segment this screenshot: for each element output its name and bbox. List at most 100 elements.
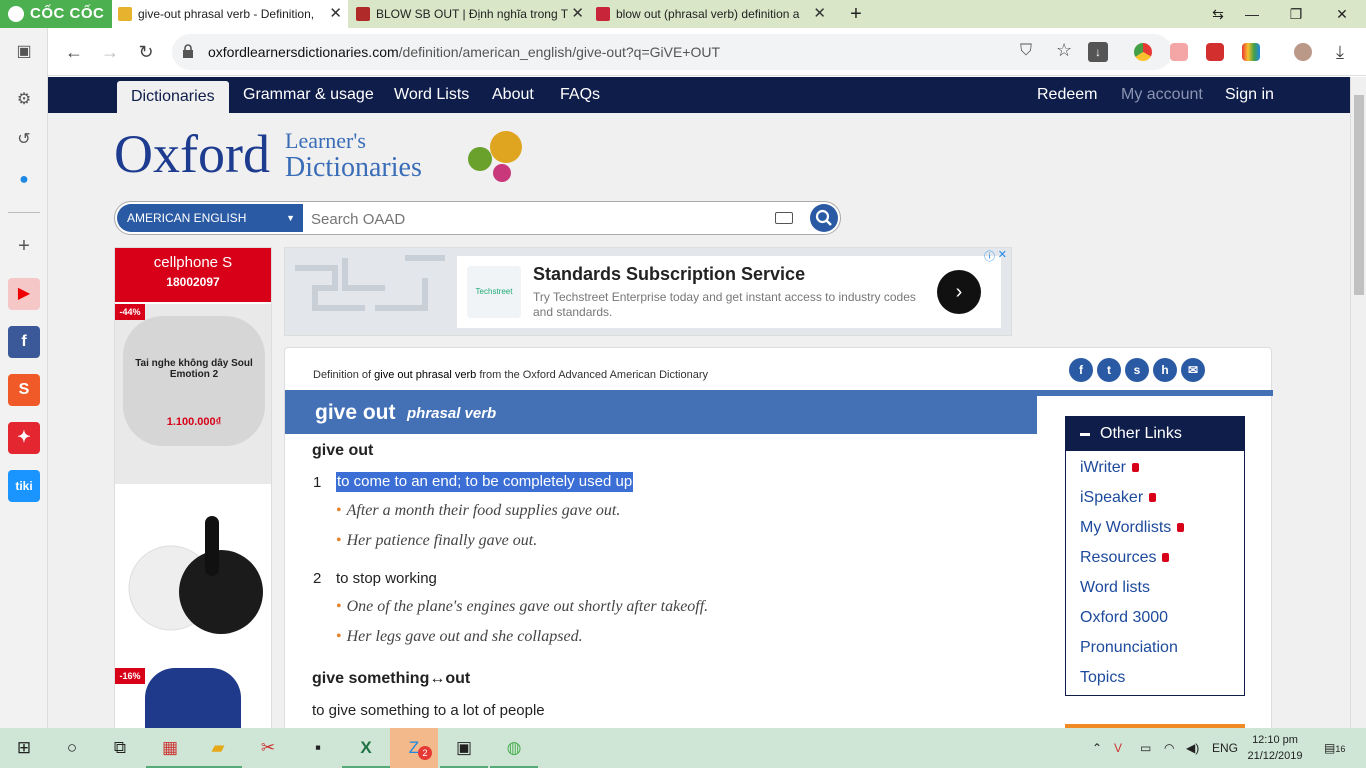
sense-number: 2	[313, 570, 322, 587]
dictionary-select[interactable]: AMERICAN ENGLISH ▼	[117, 204, 303, 232]
sidebar-ad[interactable]: cellphone S 18002097 Tai nghe không dây …	[114, 247, 272, 728]
sense-definition: to stop working	[336, 570, 437, 587]
excel-icon[interactable]: X	[342, 728, 390, 768]
earbuds-image	[128, 516, 263, 634]
nav-dictionaries[interactable]: Dictionaries	[117, 81, 229, 113]
reload-button[interactable]: ↻	[134, 40, 158, 64]
keyboard-icon[interactable]	[775, 212, 793, 224]
twitter-share-icon[interactable]: t	[1097, 358, 1121, 382]
downloads-icon[interactable]: ⤓	[1328, 40, 1352, 64]
search-button[interactable]	[810, 204, 838, 232]
youtube-icon[interactable]: ▶	[8, 278, 40, 310]
nav-my-account[interactable]: My account	[1121, 77, 1203, 113]
color-ext-icon[interactable]	[1242, 43, 1260, 61]
star-icon[interactable]: ☆	[1056, 40, 1072, 61]
battery-icon[interactable]: ▭	[1140, 728, 1151, 768]
lazada-icon[interactable]: ✦	[8, 422, 40, 454]
logo-line-1: Learner's	[285, 128, 366, 153]
link-oxford-3000[interactable]: Oxford 3000	[1080, 609, 1168, 627]
unikey-icon[interactable]: ▦	[146, 728, 194, 768]
tray-chevron-icon[interactable]: ⌃	[1092, 728, 1102, 768]
task-view-icon[interactable]: ⧉	[96, 728, 144, 768]
add-app-icon[interactable]: +	[8, 230, 40, 262]
shopee-icon[interactable]: S	[8, 374, 40, 406]
forward-button[interactable]: →	[98, 40, 122, 64]
settings-icon[interactable]: ⚙	[8, 84, 40, 116]
link-resources[interactable]: Resources	[1080, 549, 1170, 567]
address-bar[interactable]: oxfordlearnersdictionaries.com/definitio…	[172, 34, 1172, 70]
ad-arrow-button[interactable]: ›	[937, 270, 981, 314]
search-input[interactable]	[311, 206, 761, 232]
shield-icon[interactable]: ⛉	[1020, 42, 1032, 60]
back-button[interactable]: ←	[62, 40, 86, 64]
email-share-icon[interactable]: ✉	[1181, 358, 1205, 382]
tab-blow-sb-out[interactable]: BLOW SB OUT | Định nghĩa trong T ✕	[350, 0, 590, 28]
messenger-icon[interactable]: ●	[8, 164, 40, 196]
volume-icon[interactable]: ◀)	[1186, 728, 1199, 768]
minimize-button[interactable]: —	[1230, 0, 1274, 28]
language-indicator[interactable]: ENG	[1212, 728, 1238, 768]
search-circle-icon[interactable]: ○	[48, 728, 96, 768]
ad-info-icon[interactable]: ⓘ	[984, 248, 995, 264]
unikey-tray-icon[interactable]: V	[1114, 728, 1122, 768]
nav-redeem[interactable]: Redeem	[1037, 77, 1097, 113]
nav-word-lists[interactable]: Word Lists	[394, 77, 469, 113]
link-topics[interactable]: Topics	[1080, 669, 1125, 687]
tab-title: blow out (phrasal verb) definition a	[616, 7, 800, 21]
chrome-ext-icon[interactable]	[1134, 43, 1152, 61]
start-button[interactable]: ⊞	[0, 728, 48, 768]
app-icon[interactable]: ▣	[440, 728, 488, 768]
clock[interactable]: 12:10 pm 21/12/2019	[1240, 732, 1310, 764]
oxford-logo[interactable]: Oxford	[114, 123, 270, 185]
file-explorer-icon[interactable]: ▰	[194, 728, 242, 768]
profile-avatar[interactable]	[1294, 43, 1312, 61]
nav-grammar-usage[interactable]: Grammar & usage	[243, 77, 374, 113]
ad-close-icon[interactable]: ✕	[998, 248, 1007, 261]
page-scrollbar[interactable]	[1350, 77, 1366, 728]
close-tab-icon[interactable]: ✕	[813, 0, 826, 28]
sticky-notes-icon[interactable]: ▪	[294, 728, 342, 768]
coccoc-taskbar-icon[interactable]: ◍	[490, 728, 538, 768]
search-bar: AMERICAN ENGLISH ▼	[114, 201, 841, 235]
new-tab-button[interactable]: +	[834, 0, 878, 28]
nav-sign-in[interactable]: Sign in	[1225, 77, 1274, 113]
tab-give-out[interactable]: give-out phrasal verb - Definition, ✕	[112, 0, 348, 28]
stumbleupon-share-icon[interactable]: s	[1125, 358, 1149, 382]
link-my-wordlists[interactable]: My Wordlists	[1080, 519, 1185, 537]
tiki-icon[interactable]: tiki	[8, 470, 40, 502]
nav-faqs[interactable]: FAQs	[560, 77, 600, 113]
maximize-button[interactable]: ❐	[1274, 0, 1318, 28]
browser-logo[interactable]: CỐC CỐC	[0, 0, 112, 28]
history-icon[interactable]: ↺	[8, 124, 40, 156]
link-ispeaker[interactable]: iSpeaker	[1080, 489, 1157, 507]
adblock-ext-icon[interactable]	[1170, 43, 1188, 61]
banner-ad[interactable]: Techstreet Standards Subscription Servic…	[284, 247, 1012, 336]
facebook-share-icon[interactable]: f	[1069, 358, 1093, 382]
wifi-icon[interactable]: ◠	[1164, 728, 1174, 768]
zalo-icon[interactable]: Z2	[390, 728, 438, 768]
close-tab-icon[interactable]: ✕	[571, 0, 584, 28]
caret-down-icon: ▼	[286, 213, 295, 223]
lock-icon	[1149, 493, 1157, 502]
snipping-tool-icon[interactable]: ✂	[244, 728, 292, 768]
tab-blow-out[interactable]: blow out (phrasal verb) definition a ✕	[590, 0, 832, 28]
ad-card: Techstreet Standards Subscription Servic…	[457, 256, 1001, 328]
phrasal-verb-title: give something↔out	[312, 670, 471, 687]
site-nav: Dictionaries Grammar & usage Word Lists …	[48, 77, 1350, 113]
other-links-header[interactable]: Other Links	[1066, 417, 1244, 451]
hatena-share-icon[interactable]: h	[1153, 358, 1177, 382]
close-window-button[interactable]: ✕	[1320, 0, 1364, 28]
link-word-lists[interactable]: Word lists	[1080, 579, 1150, 597]
download-page-icon[interactable]: ↓	[1088, 42, 1108, 62]
link-iwriter[interactable]: iWriter	[1080, 459, 1139, 477]
sidebar-toggle-icon[interactable]: ▣	[8, 36, 40, 68]
nav-about[interactable]: About	[492, 77, 534, 113]
red-ext-icon[interactable]	[1206, 43, 1224, 61]
scrollbar-thumb[interactable]	[1354, 95, 1364, 295]
link-pronunciation[interactable]: Pronunciation	[1080, 639, 1178, 657]
search-icon	[815, 209, 832, 226]
notification-icon[interactable]: ▤16	[1324, 728, 1345, 769]
learners-dictionaries-logo[interactable]: Learner's Dictionaries	[285, 129, 422, 183]
facebook-icon[interactable]: f	[8, 326, 40, 358]
close-tab-icon[interactable]: ✕	[329, 0, 342, 28]
